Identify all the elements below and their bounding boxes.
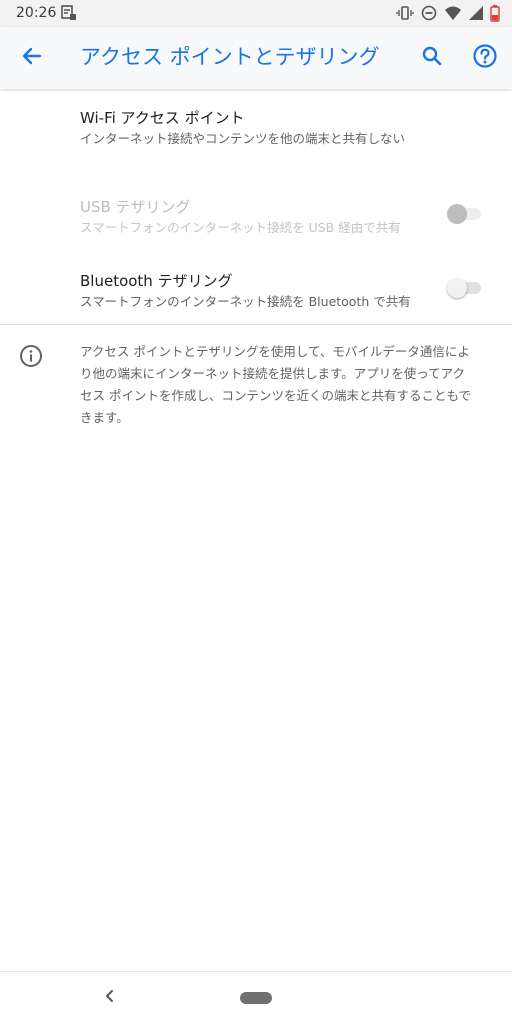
navigation-bar xyxy=(0,971,512,1024)
info-icon xyxy=(19,344,43,368)
status-icons xyxy=(396,4,500,22)
page-title: アクセス ポイントとテザリング xyxy=(80,45,380,69)
battery-low-icon xyxy=(490,4,500,22)
app-bar: アクセス ポイントとテザリング xyxy=(0,27,512,89)
toggle-thumb xyxy=(447,204,467,224)
notification-icon xyxy=(60,4,78,22)
help-button[interactable] xyxy=(467,40,503,76)
info-line: アクセス ポイントとテザリングを使用して、モバイルデータ通信によ xyxy=(80,344,470,359)
screen: 20:26 アクセス ポイントとテザリング Wi-Fi アクセス ポイント イン… xyxy=(0,0,512,1024)
status-time: 20:26 xyxy=(16,5,57,21)
nav-back-button[interactable] xyxy=(98,986,122,1010)
pref-title: Bluetooth テザリング xyxy=(80,272,233,290)
pref-summary: スマートフォンのインターネット接続を USB 経由で共有 xyxy=(80,220,401,235)
pref-usb-tethering[interactable]: USB テザリング スマートフォンのインターネット接続を USB 経由で共有 xyxy=(0,185,512,247)
info-line: セス ポイントを作成し、コンテンツを近くの端末と共有することもで xyxy=(80,388,471,403)
status-bar: 20:26 xyxy=(0,0,512,27)
bluetooth-tethering-toggle[interactable] xyxy=(447,276,483,300)
pref-bluetooth-tethering[interactable]: Bluetooth テザリング スマートフォンのインターネット接続を Bluet… xyxy=(0,259,512,321)
arrow-back-icon xyxy=(20,44,44,72)
vibrate-icon xyxy=(396,4,414,22)
pref-wifi-hotspot[interactable]: Wi-Fi アクセス ポイント インターネット接続やコンテンツを他の端末と共有し… xyxy=(0,96,512,168)
pref-title: Wi-Fi アクセス ポイント xyxy=(80,109,245,127)
pref-summary: スマートフォンのインターネット接続を Bluetooth で共有 xyxy=(80,294,411,309)
pref-title: USB テザリング xyxy=(80,198,191,216)
pref-summary: インターネット接続やコンテンツを他の端末と共有しない xyxy=(80,131,406,146)
search-icon xyxy=(420,44,444,72)
back-button[interactable] xyxy=(14,40,50,76)
wifi-icon xyxy=(444,4,462,22)
signal-icon xyxy=(468,4,484,22)
home-pill-icon[interactable] xyxy=(240,992,272,1004)
search-button[interactable] xyxy=(414,40,450,76)
footer-info-text: アクセス ポイントとテザリングを使用して、モバイルデータ通信によ り他の端末にイ… xyxy=(80,341,498,429)
usb-tethering-toggle[interactable] xyxy=(447,202,483,226)
info-line: きます。 xyxy=(80,410,129,425)
toggle-thumb xyxy=(447,278,467,298)
divider xyxy=(0,324,512,325)
nav-back-icon xyxy=(103,988,117,1008)
info-line: り他の端末にインターネット接続を提供します。アプリを使ってアク xyxy=(80,366,466,381)
help-icon xyxy=(472,43,498,73)
do-not-disturb-icon xyxy=(420,4,438,22)
